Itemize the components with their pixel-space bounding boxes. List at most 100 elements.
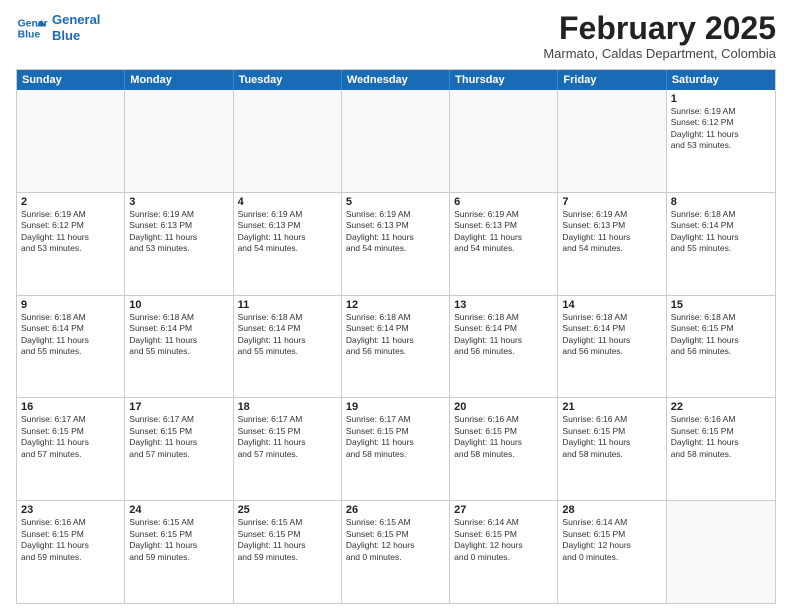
header: General Blue General Blue February 2025 … (16, 12, 776, 61)
day-number: 1 (671, 93, 771, 105)
day-number: 15 (671, 299, 771, 311)
day-number: 22 (671, 401, 771, 413)
empty-cell (17, 90, 125, 192)
day-info: Sunrise: 6:16 AM Sunset: 6:15 PM Dayligh… (21, 517, 120, 563)
day-number: 2 (21, 196, 120, 208)
calendar-body: 1Sunrise: 6:19 AM Sunset: 6:12 PM Daylig… (17, 90, 775, 603)
day-info: Sunrise: 6:19 AM Sunset: 6:12 PM Dayligh… (21, 209, 120, 255)
day-number: 25 (238, 504, 337, 516)
day-cell-26: 26Sunrise: 6:15 AM Sunset: 6:15 PM Dayli… (342, 501, 450, 603)
day-cell-7: 7Sunrise: 6:19 AM Sunset: 6:13 PM Daylig… (558, 193, 666, 295)
page: General Blue General Blue February 2025 … (0, 0, 792, 612)
day-number: 28 (562, 504, 661, 516)
day-cell-23: 23Sunrise: 6:16 AM Sunset: 6:15 PM Dayli… (17, 501, 125, 603)
day-cell-27: 27Sunrise: 6:14 AM Sunset: 6:15 PM Dayli… (450, 501, 558, 603)
day-info: Sunrise: 6:17 AM Sunset: 6:15 PM Dayligh… (129, 414, 228, 460)
day-info: Sunrise: 6:18 AM Sunset: 6:14 PM Dayligh… (454, 312, 553, 358)
empty-cell (450, 90, 558, 192)
day-info: Sunrise: 6:17 AM Sunset: 6:15 PM Dayligh… (21, 414, 120, 460)
day-number: 27 (454, 504, 553, 516)
day-info: Sunrise: 6:18 AM Sunset: 6:14 PM Dayligh… (671, 209, 771, 255)
day-number: 7 (562, 196, 661, 208)
day-info: Sunrise: 6:18 AM Sunset: 6:15 PM Dayligh… (671, 312, 771, 358)
day-info: Sunrise: 6:18 AM Sunset: 6:14 PM Dayligh… (238, 312, 337, 358)
day-cell-10: 10Sunrise: 6:18 AM Sunset: 6:14 PM Dayli… (125, 296, 233, 398)
day-info: Sunrise: 6:19 AM Sunset: 6:13 PM Dayligh… (562, 209, 661, 255)
day-number: 10 (129, 299, 228, 311)
day-number: 17 (129, 401, 228, 413)
day-cell-28: 28Sunrise: 6:14 AM Sunset: 6:15 PM Dayli… (558, 501, 666, 603)
day-cell-6: 6Sunrise: 6:19 AM Sunset: 6:13 PM Daylig… (450, 193, 558, 295)
weekday-header-monday: Monday (125, 70, 233, 90)
day-cell-20: 20Sunrise: 6:16 AM Sunset: 6:15 PM Dayli… (450, 398, 558, 500)
day-number: 20 (454, 401, 553, 413)
day-info: Sunrise: 6:19 AM Sunset: 6:13 PM Dayligh… (129, 209, 228, 255)
calendar-row-2: 2Sunrise: 6:19 AM Sunset: 6:12 PM Daylig… (17, 193, 775, 296)
day-info: Sunrise: 6:19 AM Sunset: 6:13 PM Dayligh… (454, 209, 553, 255)
logo-icon: General Blue (16, 12, 48, 44)
day-cell-15: 15Sunrise: 6:18 AM Sunset: 6:15 PM Dayli… (667, 296, 775, 398)
weekday-header-wednesday: Wednesday (342, 70, 450, 90)
day-cell-3: 3Sunrise: 6:19 AM Sunset: 6:13 PM Daylig… (125, 193, 233, 295)
day-info: Sunrise: 6:15 AM Sunset: 6:15 PM Dayligh… (346, 517, 445, 563)
day-number: 21 (562, 401, 661, 413)
day-number: 23 (21, 504, 120, 516)
calendar-header: SundayMondayTuesdayWednesdayThursdayFrid… (17, 70, 775, 90)
day-info: Sunrise: 6:15 AM Sunset: 6:15 PM Dayligh… (129, 517, 228, 563)
day-number: 24 (129, 504, 228, 516)
day-number: 8 (671, 196, 771, 208)
title-block: February 2025 Marmato, Caldas Department… (543, 12, 776, 61)
day-info: Sunrise: 6:18 AM Sunset: 6:14 PM Dayligh… (21, 312, 120, 358)
day-number: 13 (454, 299, 553, 311)
calendar-row-3: 9Sunrise: 6:18 AM Sunset: 6:14 PM Daylig… (17, 296, 775, 399)
weekday-header-thursday: Thursday (450, 70, 558, 90)
day-number: 19 (346, 401, 445, 413)
day-number: 4 (238, 196, 337, 208)
day-info: Sunrise: 6:18 AM Sunset: 6:14 PM Dayligh… (346, 312, 445, 358)
empty-cell (342, 90, 450, 192)
calendar-row-5: 23Sunrise: 6:16 AM Sunset: 6:15 PM Dayli… (17, 501, 775, 603)
day-cell-22: 22Sunrise: 6:16 AM Sunset: 6:15 PM Dayli… (667, 398, 775, 500)
day-cell-14: 14Sunrise: 6:18 AM Sunset: 6:14 PM Dayli… (558, 296, 666, 398)
day-number: 9 (21, 299, 120, 311)
logo-text-line2: Blue (52, 28, 100, 44)
empty-cell (125, 90, 233, 192)
calendar-row-4: 16Sunrise: 6:17 AM Sunset: 6:15 PM Dayli… (17, 398, 775, 501)
day-info: Sunrise: 6:17 AM Sunset: 6:15 PM Dayligh… (238, 414, 337, 460)
day-cell-13: 13Sunrise: 6:18 AM Sunset: 6:14 PM Dayli… (450, 296, 558, 398)
day-info: Sunrise: 6:14 AM Sunset: 6:15 PM Dayligh… (562, 517, 661, 563)
day-cell-16: 16Sunrise: 6:17 AM Sunset: 6:15 PM Dayli… (17, 398, 125, 500)
day-cell-1: 1Sunrise: 6:19 AM Sunset: 6:12 PM Daylig… (667, 90, 775, 192)
day-number: 16 (21, 401, 120, 413)
month-title: February 2025 (543, 12, 776, 44)
day-cell-18: 18Sunrise: 6:17 AM Sunset: 6:15 PM Dayli… (234, 398, 342, 500)
day-number: 26 (346, 504, 445, 516)
day-info: Sunrise: 6:19 AM Sunset: 6:13 PM Dayligh… (238, 209, 337, 255)
day-number: 14 (562, 299, 661, 311)
day-number: 3 (129, 196, 228, 208)
day-info: Sunrise: 6:19 AM Sunset: 6:13 PM Dayligh… (346, 209, 445, 255)
calendar-row-1: 1Sunrise: 6:19 AM Sunset: 6:12 PM Daylig… (17, 90, 775, 193)
logo-text-line1: General (52, 12, 100, 28)
weekday-header-tuesday: Tuesday (234, 70, 342, 90)
empty-cell (558, 90, 666, 192)
empty-cell (667, 501, 775, 603)
day-cell-4: 4Sunrise: 6:19 AM Sunset: 6:13 PM Daylig… (234, 193, 342, 295)
day-info: Sunrise: 6:16 AM Sunset: 6:15 PM Dayligh… (454, 414, 553, 460)
day-cell-11: 11Sunrise: 6:18 AM Sunset: 6:14 PM Dayli… (234, 296, 342, 398)
day-number: 11 (238, 299, 337, 311)
day-cell-24: 24Sunrise: 6:15 AM Sunset: 6:15 PM Dayli… (125, 501, 233, 603)
day-cell-9: 9Sunrise: 6:18 AM Sunset: 6:14 PM Daylig… (17, 296, 125, 398)
weekday-header-sunday: Sunday (17, 70, 125, 90)
day-info: Sunrise: 6:14 AM Sunset: 6:15 PM Dayligh… (454, 517, 553, 563)
weekday-header-friday: Friday (558, 70, 666, 90)
day-info: Sunrise: 6:15 AM Sunset: 6:15 PM Dayligh… (238, 517, 337, 563)
location: Marmato, Caldas Department, Colombia (543, 46, 776, 61)
weekday-header-saturday: Saturday (667, 70, 775, 90)
day-info: Sunrise: 6:16 AM Sunset: 6:15 PM Dayligh… (562, 414, 661, 460)
day-cell-2: 2Sunrise: 6:19 AM Sunset: 6:12 PM Daylig… (17, 193, 125, 295)
day-cell-25: 25Sunrise: 6:15 AM Sunset: 6:15 PM Dayli… (234, 501, 342, 603)
day-cell-17: 17Sunrise: 6:17 AM Sunset: 6:15 PM Dayli… (125, 398, 233, 500)
day-info: Sunrise: 6:18 AM Sunset: 6:14 PM Dayligh… (129, 312, 228, 358)
day-info: Sunrise: 6:19 AM Sunset: 6:12 PM Dayligh… (671, 106, 771, 152)
